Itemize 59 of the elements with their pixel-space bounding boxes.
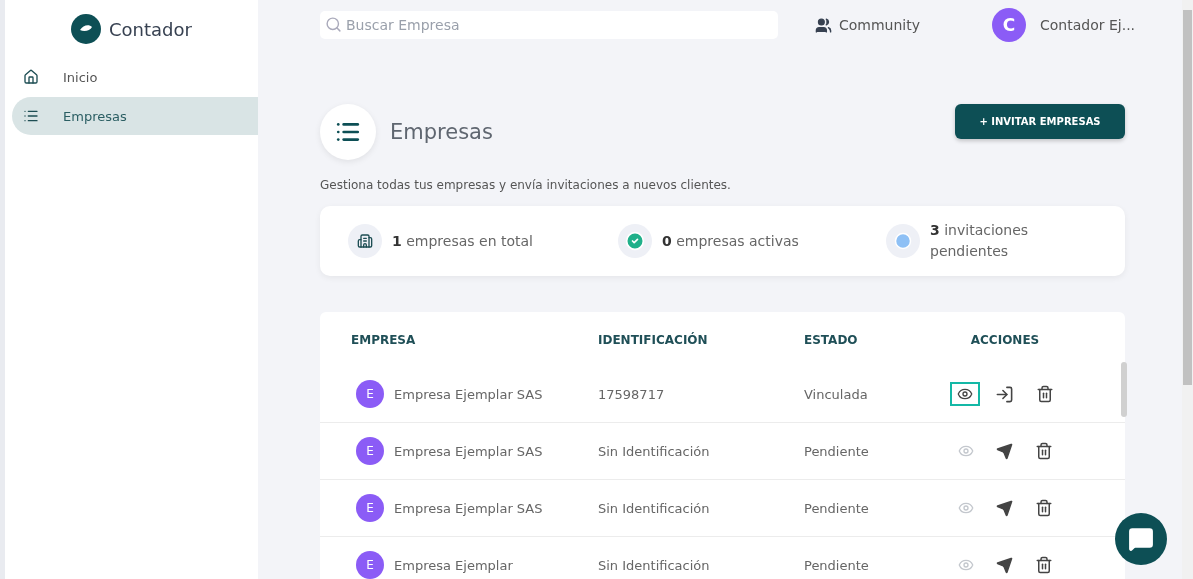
trash-icon [1034, 442, 1053, 460]
trash-icon [1035, 385, 1054, 403]
column-header: ACCIONES [970, 333, 1040, 347]
eye-icon [956, 386, 973, 402]
send-icon [995, 499, 1013, 517]
company-avatar: E [356, 494, 384, 522]
status-cell-text: Vinculada [804, 386, 869, 402]
home-icon [23, 69, 39, 85]
page-title: Empresas [390, 120, 493, 144]
sidebar-label: Inicio [63, 69, 98, 85]
page-subtitle: Gestiona todas tus empresas y envía invitaciones a nuevos clientes. [320, 178, 732, 192]
company-avatar: E [356, 551, 384, 579]
eye-icon [957, 557, 974, 573]
id-cell-text: Sin Identificación [598, 443, 711, 459]
search-icon [325, 16, 342, 33]
id-cell-text: Sin Identificación [598, 500, 711, 516]
id-cell-text: Sin Identificación [598, 557, 711, 573]
company-name: Empresa Ejemplar [394, 557, 513, 573]
stat-text: 0 empresas activas [662, 231, 800, 251]
status-cell-text: Pendiente [804, 443, 870, 459]
company-avatar: E [356, 380, 384, 408]
scrollbar[interactable] [1121, 362, 1127, 417]
sidebar-label: Empresas [63, 108, 127, 124]
trash-icon [1034, 499, 1053, 517]
user-avatar[interactable]: C [992, 8, 1027, 42]
company-name: Empresa Ejemplar SAS [394, 443, 543, 459]
column-header: EMPRESA [351, 333, 416, 347]
chat-icon [1128, 526, 1154, 552]
send-icon [995, 442, 1013, 460]
status-cell-text: Pendiente [804, 557, 870, 573]
stat-text: 1 empresas en total [392, 231, 534, 251]
column-header: IDENTIFICACIÓN [598, 333, 708, 347]
check-icon [625, 231, 645, 251]
eye-icon [957, 443, 974, 459]
id-cell-text: 17598717 [598, 386, 666, 402]
logo-text: Contador [109, 18, 192, 40]
column-header: ESTADO [804, 333, 858, 347]
company-avatar: E [356, 437, 384, 465]
sidebar-item[interactable]: Inicio [12, 58, 258, 96]
user-name[interactable]: Contador Ej... [1040, 17, 1136, 33]
view-button[interactable] [949, 382, 980, 406]
logo-icon [71, 14, 102, 44]
chat-button[interactable] [1115, 513, 1167, 565]
trash-icon [1034, 556, 1053, 574]
send-icon [995, 556, 1013, 574]
status-cell-text: Pendiente [804, 500, 870, 516]
search-field[interactable]: Buscar Empresa [320, 11, 778, 39]
company-name: Empresa Ejemplar SAS [394, 500, 543, 516]
stat-text: 3 invitaciones pendientes [930, 221, 1030, 261]
list-icon [23, 108, 39, 124]
company-name: Empresa Ejemplar SAS [394, 386, 543, 402]
eye-icon [957, 500, 974, 516]
page-scrollbar[interactable] [1182, 0, 1193, 579]
users-icon [815, 16, 832, 34]
login-icon [994, 384, 1014, 404]
building-icon [357, 233, 373, 249]
sidebar-item[interactable]: Empresas [12, 97, 258, 135]
invite-button[interactable]: + INVITAR EMPRESAS [955, 104, 1125, 139]
community-link[interactable]: Community [815, 16, 921, 34]
